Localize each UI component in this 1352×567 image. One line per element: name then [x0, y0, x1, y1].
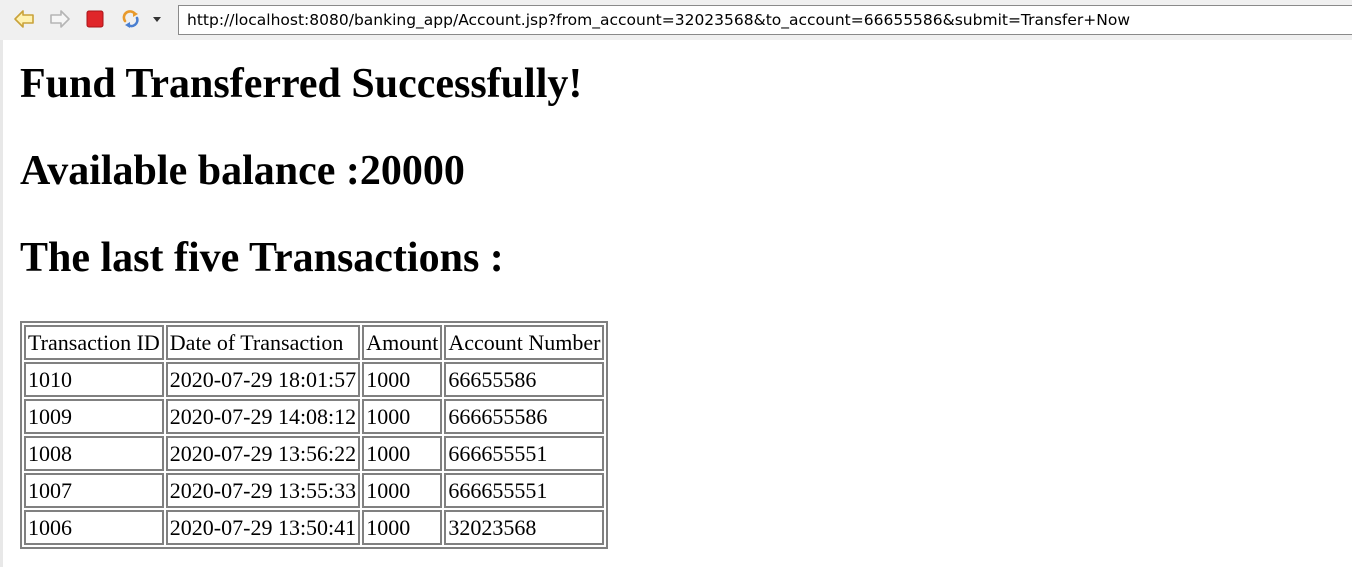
- cell-account-number: 66655586: [444, 362, 605, 397]
- table-row: 1007 2020-07-29 13:55:33 1000 666655551: [24, 473, 605, 508]
- cell-account-number: 666655586: [444, 399, 605, 434]
- cell-date: 2020-07-29 13:55:33: [165, 473, 361, 508]
- table-row: 1008 2020-07-29 13:56:22 1000 666655551: [24, 436, 605, 471]
- chevron-down-icon[interactable]: [148, 8, 166, 30]
- address-bar[interactable]: http://localhost:8080/banking_app/Accoun…: [178, 5, 1352, 35]
- cell-amount: 1000: [362, 399, 443, 434]
- cell-transaction-id: 1008: [24, 436, 164, 471]
- table-header-row: Transaction ID Date of Transaction Amoun…: [24, 325, 605, 360]
- transactions-heading: The last five Transactions :: [20, 235, 504, 281]
- balance-heading: Available balance :20000: [20, 148, 465, 194]
- cell-account-number: 666655551: [444, 436, 605, 471]
- cell-amount: 1000: [362, 436, 443, 471]
- cell-transaction-id: 1007: [24, 473, 164, 508]
- cell-amount: 1000: [362, 510, 443, 545]
- browser-toolbar: http://localhost:8080/banking_app/Accoun…: [0, 0, 1352, 40]
- header-date: Date of Transaction: [165, 325, 361, 360]
- header-account-number: Account Number: [444, 325, 605, 360]
- cell-amount: 1000: [362, 362, 443, 397]
- cell-date: 2020-07-29 13:50:41: [165, 510, 361, 545]
- refresh-icon[interactable]: [120, 8, 142, 30]
- header-transaction-id: Transaction ID: [24, 325, 164, 360]
- transactions-table: Transaction ID Date of Transaction Amoun…: [20, 321, 609, 549]
- stop-icon[interactable]: [84, 8, 106, 30]
- cell-transaction-id: 1010: [24, 362, 164, 397]
- cell-account-number: 32023568: [444, 510, 605, 545]
- table-row: 1010 2020-07-29 18:01:57 1000 66655586: [24, 362, 605, 397]
- cell-account-number: 666655551: [444, 473, 605, 508]
- cell-transaction-id: 1009: [24, 399, 164, 434]
- cell-amount: 1000: [362, 473, 443, 508]
- window-edge: [0, 0, 3, 567]
- cell-date: 2020-07-29 18:01:57: [165, 362, 361, 397]
- table-row: 1009 2020-07-29 14:08:12 1000 666655586: [24, 399, 605, 434]
- cell-date: 2020-07-29 13:56:22: [165, 436, 361, 471]
- success-heading: Fund Transferred Successfully!: [20, 61, 583, 107]
- cell-transaction-id: 1006: [24, 510, 164, 545]
- forward-arrow-icon[interactable]: [49, 8, 71, 30]
- browser-window: http://localhost:8080/banking_app/Accoun…: [0, 0, 1352, 567]
- cell-date: 2020-07-29 14:08:12: [165, 399, 361, 434]
- table-row: 1006 2020-07-29 13:50:41 1000 32023568: [24, 510, 605, 545]
- header-amount: Amount: [362, 325, 443, 360]
- back-arrow-icon[interactable]: [13, 8, 35, 30]
